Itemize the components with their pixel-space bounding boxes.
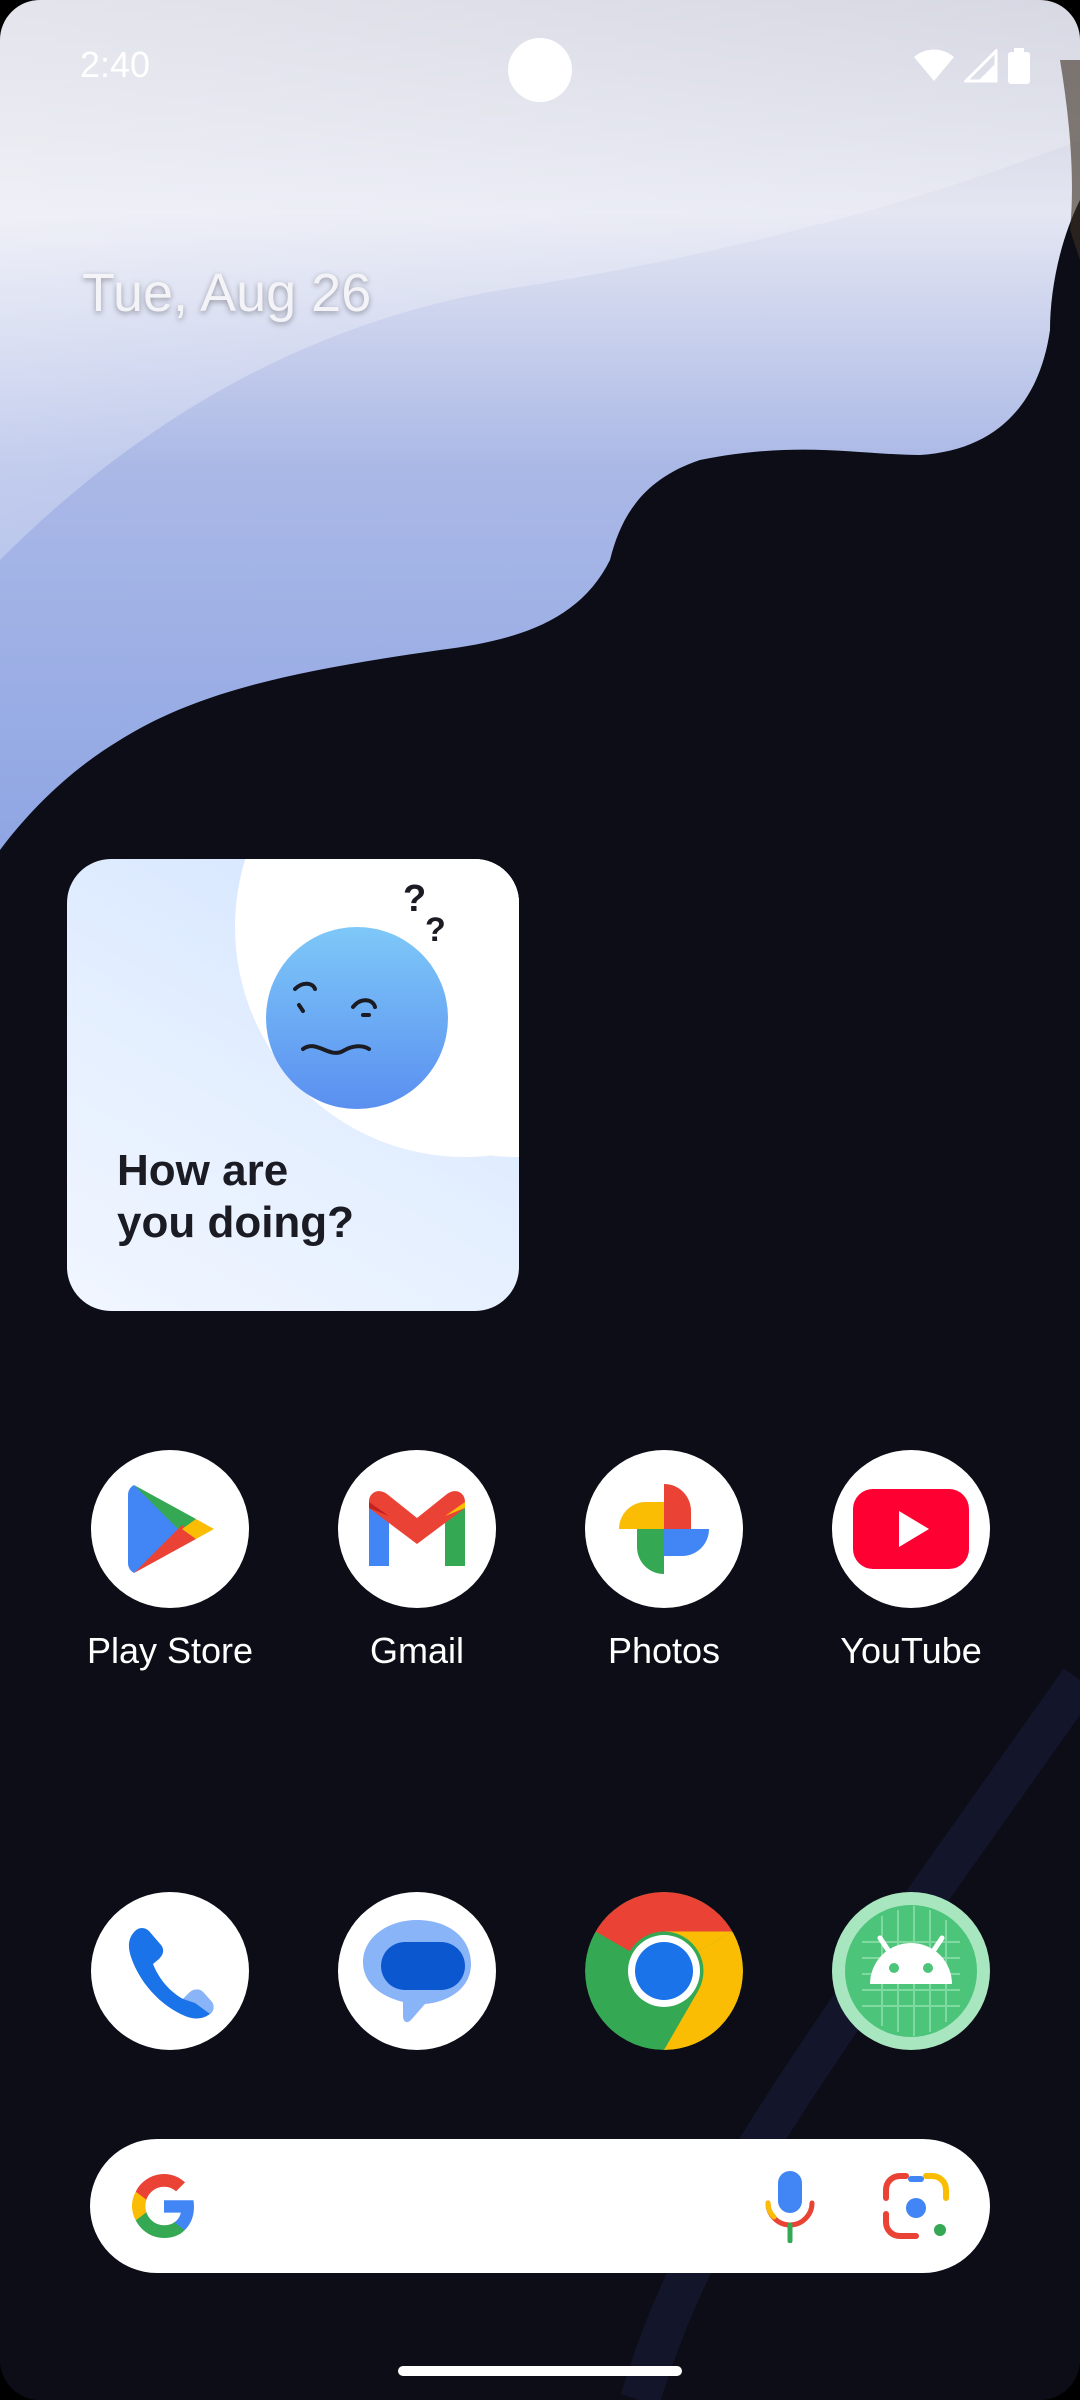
app-youtube[interactable]: YouTube (811, 1450, 1011, 1672)
dock-messages[interactable] (317, 1892, 517, 2050)
status-icons (914, 48, 1030, 84)
svg-text:?: ? (425, 911, 446, 949)
app-label: Photos (607, 1630, 721, 1671)
gmail-icon (338, 1450, 496, 1608)
camera-cutout (508, 38, 572, 102)
svg-text:?: ? (403, 878, 426, 920)
google-lens-icon[interactable] (882, 2172, 950, 2240)
home-screen: 2:40 Tue, Aug 26 ? ? How are you doing? … (0, 0, 1080, 2400)
wifi-icon (914, 49, 954, 81)
app-label: YouTube (840, 1630, 982, 1671)
android-icon (832, 1892, 990, 2050)
app-label: Play Store (86, 1630, 254, 1671)
dock-chrome[interactable] (564, 1892, 764, 2050)
microphone-icon[interactable] (760, 2169, 820, 2243)
google-logo-icon (132, 2174, 194, 2238)
dock-phone[interactable] (70, 1892, 270, 2050)
widget-prompt: How are you doing? (117, 1146, 355, 1247)
gesture-nav-handle[interactable] (398, 2366, 682, 2376)
app-photos[interactable]: Photos (564, 1450, 764, 1672)
messages-icon (338, 1892, 496, 2050)
app-gmail[interactable]: Gmail (317, 1450, 517, 1672)
phone-icon (91, 1892, 249, 2050)
status-time: 2:40 (80, 44, 151, 85)
how-are-you-widget[interactable]: ? ? How are you doing? (67, 859, 519, 1311)
app-play-store[interactable]: Play Store (70, 1450, 270, 1672)
signal-icon (964, 49, 998, 83)
play-store-icon (91, 1450, 249, 1608)
youtube-icon (832, 1450, 990, 1608)
photos-icon (585, 1450, 743, 1608)
google-search-bar[interactable] (90, 2139, 990, 2273)
date-label[interactable]: Tue, Aug 26 (82, 262, 371, 324)
chrome-icon (585, 1892, 743, 2050)
dock-android-studio[interactable] (811, 1892, 1011, 2050)
battery-icon (1008, 48, 1030, 84)
app-label: Gmail (369, 1630, 464, 1671)
status-bar: 2:40 (0, 0, 1080, 140)
